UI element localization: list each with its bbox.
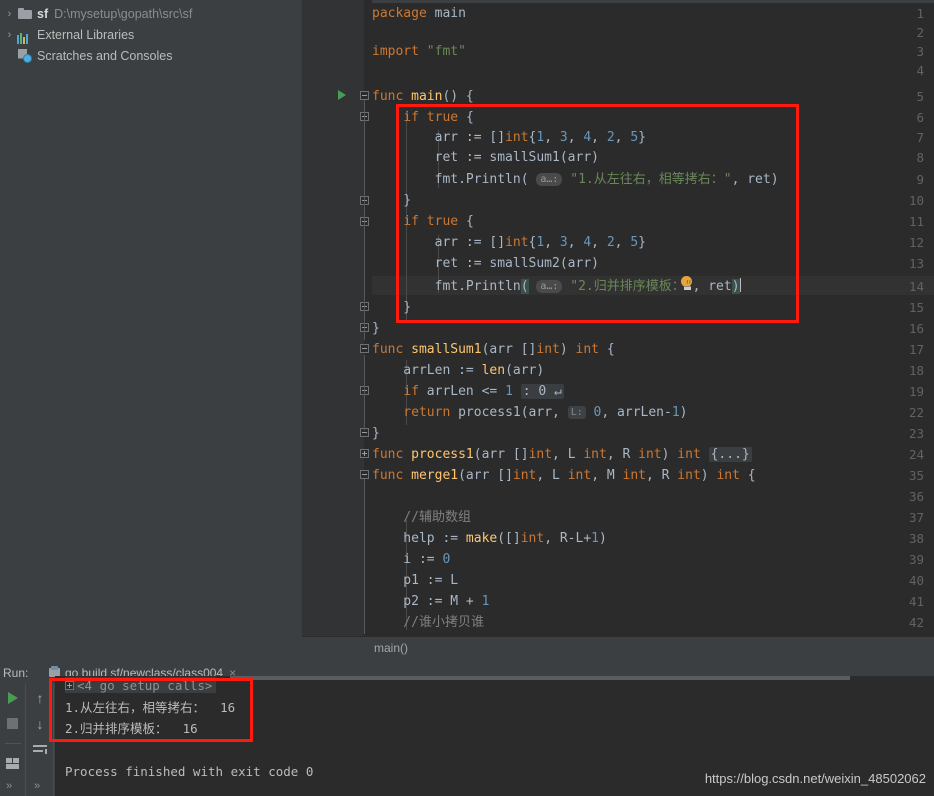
inlay-hint-l: L: <box>567 406 586 419</box>
rerun-icon[interactable] <box>7 692 18 704</box>
code-line-6: if true { <box>403 110 474 125</box>
code-line-13: ret := smallSum2(arr) <box>372 256 599 271</box>
code-line-22: return process1(arr, L: 0, arrLen-1) <box>372 405 688 420</box>
breadcrumb[interactable]: main() <box>302 636 934 658</box>
code-line-8: ret := smallSum1(arr) <box>372 150 599 165</box>
code-line-18: arrLen := len(arr) <box>372 363 545 378</box>
folder-icon <box>17 6 34 22</box>
code-line-42: //谁小拷贝谁 <box>372 615 484 630</box>
tree-node-label: Scratches and Consoles <box>37 48 173 63</box>
breadcrumb-filler <box>0 636 302 658</box>
code-line-5: func main() { <box>372 89 474 104</box>
run-toolbar-primary[interactable]: » <box>0 684 26 796</box>
code-line-10: } <box>372 193 412 208</box>
code-line-3: import "fmt" <box>372 44 466 59</box>
ide-window: › sf D:\mysetup\gopath\src\sf › External… <box>0 0 934 796</box>
console-exit-status: Process finished with exit code 0 <box>65 764 314 779</box>
code-editor[interactable]: 1 2 3 4 5 6 7 8 9 10 11 12 13 14 15 16 1… <box>302 0 934 636</box>
code-line-24: func process1(arr []int, L int, R int) i… <box>372 447 752 462</box>
run-toolbar-secondary[interactable]: ↑ ↓ » <box>27 684 54 796</box>
editor-gutter[interactable] <box>302 0 364 636</box>
expand-chevron-icon[interactable]: » <box>6 780 12 792</box>
fold-placeholder[interactable]: : 0 ↵ <box>520 384 564 399</box>
collapsed-go-setup-calls[interactable]: <4 go setup calls> <box>65 677 217 693</box>
expand-arrow-icon[interactable]: › <box>2 8 17 20</box>
expand-chevron-icon[interactable]: » <box>34 780 40 792</box>
code-line-14: fmt.Println( a…: "2.归并排序模板：", ret) <box>372 278 741 294</box>
tree-node-label: sf <box>37 6 49 21</box>
text-caret <box>739 278 741 292</box>
code-line-12: arr := []int{1, 3, 4, 2, 5} <box>372 235 646 250</box>
fold-placeholder-body[interactable]: {...} <box>708 447 752 462</box>
stop-icon[interactable] <box>7 718 18 729</box>
code-line-15: } <box>372 300 412 315</box>
tree-node-path: D:\mysetup\gopath\src\sf <box>54 6 193 21</box>
code-text-area[interactable]: package main import "fmt" func main() { … <box>364 0 934 636</box>
code-line-35: func merge1(arr []int, L int, M int, R i… <box>372 468 756 483</box>
soft-wrap-icon[interactable] <box>33 744 47 756</box>
inlay-hint: a…: <box>536 280 563 293</box>
console-output-line-1: 1.从左往右，相等拷右： 16 <box>65 700 236 715</box>
tree-node-sf[interactable]: › sf D:\mysetup\gopath\src\sf <box>0 3 302 24</box>
expand-arrow-icon[interactable]: › <box>2 29 17 41</box>
console-output-line-2: 2.归并排序模板： 16 <box>65 721 198 736</box>
library-bars-icon <box>17 25 34 44</box>
code-line-1: package main <box>372 6 466 21</box>
code-line-37: //辅助数组 <box>372 510 471 525</box>
code-line-38: help := make([]int, R-L+1) <box>372 531 607 546</box>
code-line-17: func smallSum1(arr []int) int { <box>372 342 615 357</box>
scroll-up-icon[interactable]: ↑ <box>37 691 44 705</box>
code-line-16: } <box>372 321 380 336</box>
collapsed-calls-label: <4 go setup calls> <box>77 677 213 693</box>
code-line-40: p1 := L <box>372 573 459 588</box>
run-triangle-icon[interactable] <box>338 90 346 100</box>
code-line-9: fmt.Println( a…: "1.从左往右，相等拷右：", ret) <box>372 172 779 187</box>
tree-node-external-libraries[interactable]: › External Libraries <box>0 24 302 45</box>
layout-icon[interactable] <box>6 758 19 769</box>
console-scrollbar[interactable] <box>230 676 850 680</box>
watermark-url: https://blog.csdn.net/weixin_48502062 <box>704 771 926 786</box>
code-line-11: if true { <box>403 214 474 229</box>
tree-node-label: External Libraries <box>37 27 135 42</box>
inlay-hint: a…: <box>536 173 563 186</box>
code-line-7: arr := []int{1, 3, 4, 2, 5} <box>372 130 646 145</box>
scratches-clock-icon <box>17 48 34 64</box>
scroll-down-icon[interactable]: ↓ <box>37 717 44 731</box>
run-panel-label: Run: <box>3 666 29 680</box>
expand-fold-icon[interactable] <box>65 680 74 690</box>
project-tool-window[interactable]: › sf D:\mysetup\gopath\src\sf › External… <box>0 0 302 636</box>
code-line-39: i := 0 <box>372 552 451 567</box>
code-line-23: } <box>372 426 380 441</box>
breadcrumb-item-main[interactable]: main() <box>374 641 408 655</box>
toolbar-divider <box>4 743 21 744</box>
expand-arrow-placeholder <box>2 50 17 62</box>
tree-node-scratches[interactable]: Scratches and Consoles <box>0 45 302 66</box>
code-line-41: p2 := M + 1 <box>372 594 490 609</box>
code-line-19: if arrLen <= 1 : 0 ↵ <box>403 384 564 399</box>
